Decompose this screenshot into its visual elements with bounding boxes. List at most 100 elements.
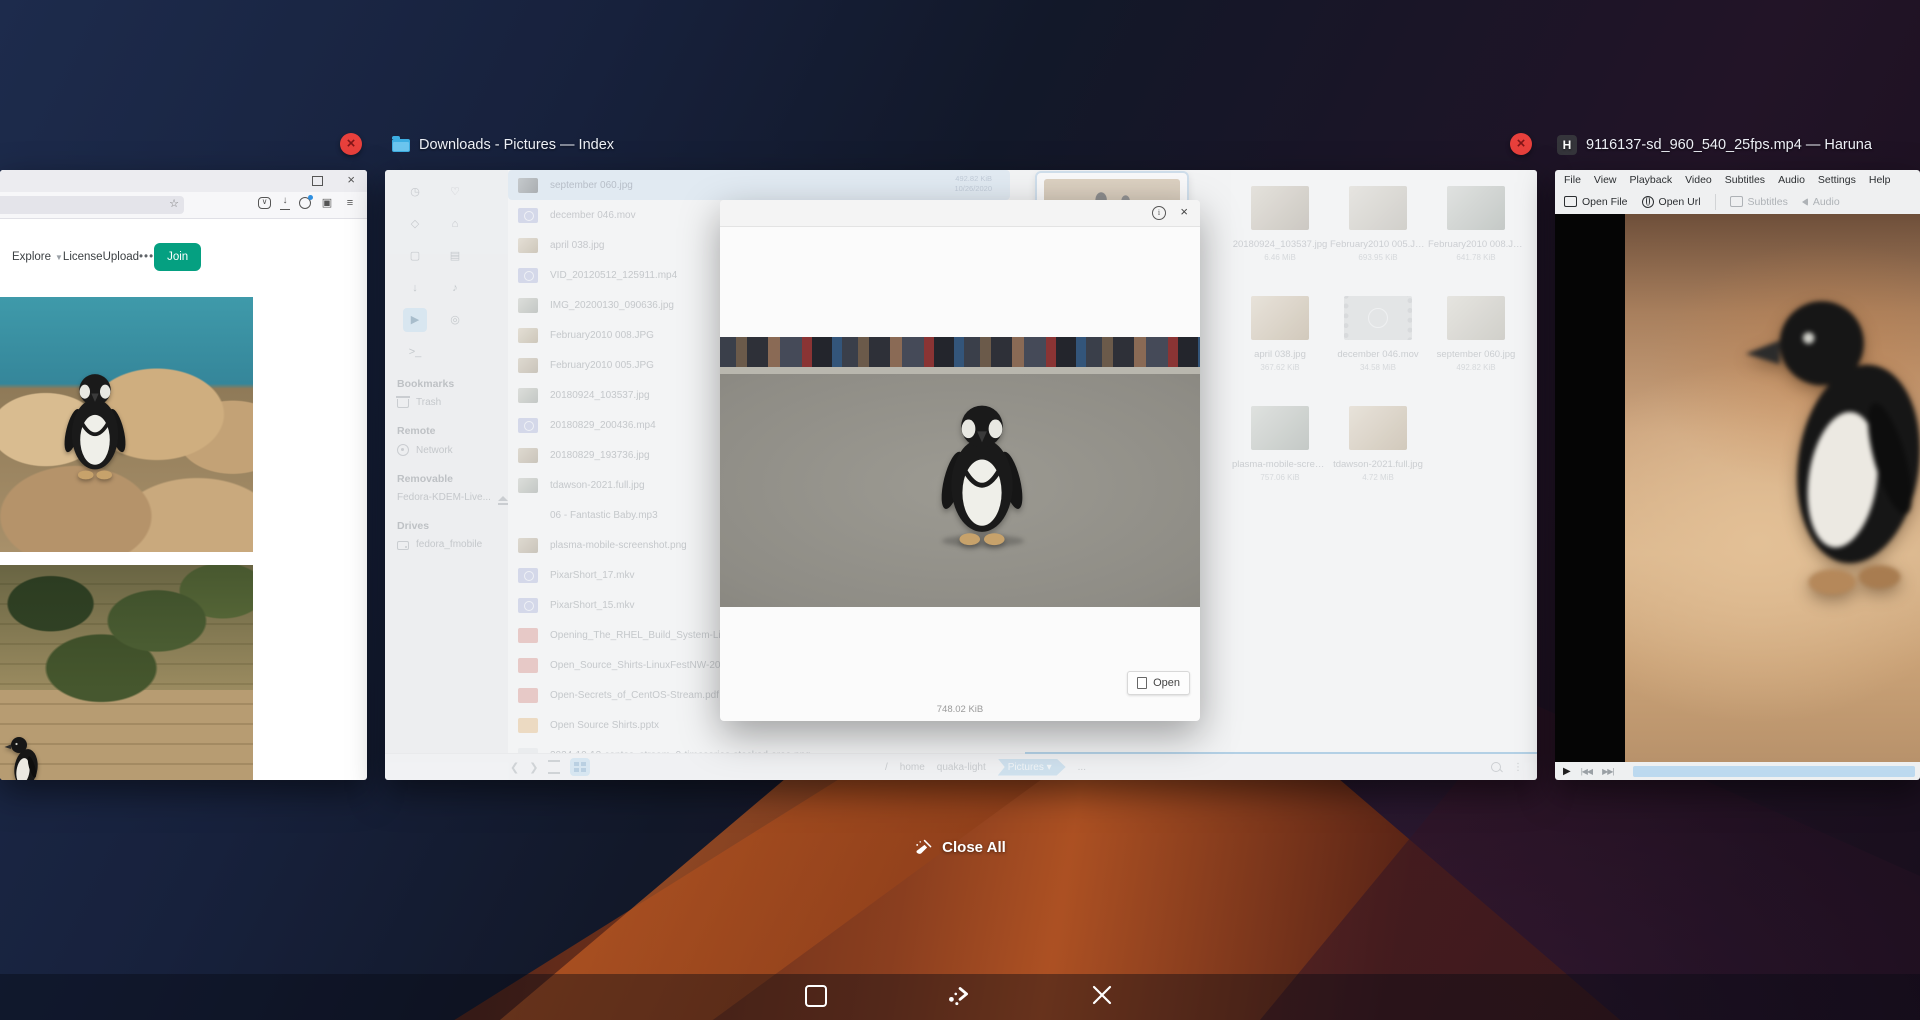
download-icon[interactable]: ↓ xyxy=(280,195,290,210)
grid-item-size: 757.06 KiB xyxy=(1260,473,1299,482)
folder-icon xyxy=(392,139,410,152)
haruna-window[interactable]: File View Playback Video Subtitles Audio Setti… xyxy=(1555,170,1920,780)
nav-upload[interactable]: Upload xyxy=(103,251,139,263)
video-file-icon xyxy=(518,568,538,583)
sidebar-item-fedora-fmobile[interactable]: fedora_fmobile xyxy=(385,536,508,553)
open-button[interactable]: Open xyxy=(1127,671,1190,695)
file-row[interactable]: 2024-10-13-centos_stream_9-timeseries-st… xyxy=(508,740,1010,754)
close-all-button[interactable]: Close All xyxy=(914,838,1006,857)
url-bar[interactable]: ☆ xyxy=(0,196,184,214)
pdf-file-icon xyxy=(518,688,538,703)
menu-icon[interactable]: ≡ xyxy=(343,196,357,210)
video-file-icon xyxy=(518,268,538,283)
close-window-badge-browser[interactable]: × xyxy=(340,133,362,155)
recent-icon[interactable]: ◷ xyxy=(403,180,427,204)
browser-titlebar: × xyxy=(0,170,367,192)
grid-item[interactable]: February2010 008.JPG641.78 KiB xyxy=(1427,180,1525,280)
favorites-icon[interactable]: ♡ xyxy=(443,180,467,204)
open-url-button[interactable]: Open Url xyxy=(1642,196,1701,208)
previous-button[interactable]: |◀◀ xyxy=(1581,767,1592,776)
sidebar-item-fedora-kdem-live-[interactable]: Fedora-KDEM-Live... xyxy=(385,489,508,506)
windows-overview-icon[interactable] xyxy=(805,985,827,1007)
pocket-icon[interactable]: ∨ xyxy=(258,197,271,209)
grid-item[interactable]: 20180924_103537.jpg6.46 MiB xyxy=(1231,180,1329,280)
menu-playback[interactable]: Playback xyxy=(1630,174,1673,186)
disks-icon[interactable]: ◎ xyxy=(443,308,467,332)
menu-video[interactable]: Video xyxy=(1685,174,1712,186)
ppt-file-icon xyxy=(518,718,538,733)
next-button[interactable]: ▶▶| xyxy=(1602,767,1613,776)
menu-subtitles[interactable]: Subtitles xyxy=(1725,174,1765,186)
penguin-photo-wall[interactable] xyxy=(0,565,253,780)
crumb-current[interactable]: Pictures ▾ xyxy=(998,759,1066,776)
info-icon[interactable]: i xyxy=(1152,206,1166,220)
trash-icon xyxy=(397,399,409,408)
videos-icon[interactable]: ▶ xyxy=(403,308,427,332)
back-button[interactable]: ❮ xyxy=(510,761,519,774)
seek-bar[interactable] xyxy=(1633,766,1915,777)
grid-item[interactable]: april 038.jpg367.62 KiB xyxy=(1231,290,1329,390)
downloads-icon[interactable]: ↓ xyxy=(403,276,427,300)
close-overview-icon[interactable] xyxy=(1090,983,1114,1007)
documents-icon[interactable]: ▤ xyxy=(443,244,467,268)
crumb-user[interactable]: quaka-light xyxy=(937,762,986,773)
overflow-menu-icon[interactable]: ⋮ xyxy=(1513,762,1523,773)
bookmark-star-icon[interactable]: ☆ xyxy=(169,197,179,210)
forward-button[interactable]: ❯ xyxy=(529,761,538,774)
join-button[interactable]: Join xyxy=(154,243,201,271)
file-name: February2010 005.JPG xyxy=(550,360,654,371)
search-icon[interactable] xyxy=(1491,762,1501,772)
music-icon[interactable]: ♪ xyxy=(443,276,467,300)
image-file-icon xyxy=(518,238,538,253)
menu-file[interactable]: File xyxy=(1564,174,1581,186)
pdf-file-icon xyxy=(518,628,538,643)
crumb-home[interactable]: home xyxy=(900,762,925,773)
move-window-icon[interactable] xyxy=(946,982,972,1008)
nav-more[interactable]: ••• xyxy=(139,251,154,263)
grid-item[interactable]: tdawson-2021.full.jpg4.72 MiB xyxy=(1329,400,1427,500)
restore-icon[interactable] xyxy=(312,176,323,186)
extensions-icon[interactable]: ▣ xyxy=(320,196,334,210)
file-name: 20180829_193736.jpg xyxy=(550,450,650,461)
grid-item[interactable]: september 060.jpg492.82 KiB xyxy=(1427,290,1525,390)
files-title-text: Downloads - Pictures — Index xyxy=(419,137,614,153)
account-icon[interactable] xyxy=(299,197,311,209)
nav-license[interactable]: License xyxy=(63,251,103,263)
play-button[interactable]: ▶ xyxy=(1563,766,1571,777)
crumb-more[interactable]: ... xyxy=(1078,762,1086,773)
image-file-icon xyxy=(518,538,538,553)
image-thumbnail xyxy=(1251,296,1309,340)
grid-item-name: september 060.jpg xyxy=(1437,349,1516,360)
tags-icon[interactable]: ◇ xyxy=(403,212,427,236)
grid-item[interactable]: december 046.mov34.58 MiB xyxy=(1329,290,1427,390)
open-file-button[interactable]: Open File xyxy=(1564,196,1628,208)
overview-navigation-bar xyxy=(0,974,1920,1020)
browser-toolbar: ☆ ∨ ↓ ▣ ≡ xyxy=(0,192,367,219)
menu-settings[interactable]: Settings xyxy=(1818,174,1856,186)
browser-window[interactable]: × ☆ ∨ ↓ ▣ ≡ Explore▼ License Upload ••• … xyxy=(0,170,367,780)
nav-explore[interactable]: Explore▼ xyxy=(12,251,63,263)
menu-audio[interactable]: Audio xyxy=(1778,174,1805,186)
terminal-icon[interactable]: >_ xyxy=(403,340,427,364)
close-icon[interactable]: × xyxy=(347,172,355,187)
grid-view-icon[interactable] xyxy=(570,758,590,776)
penguin-photo-rocks[interactable] xyxy=(0,297,253,552)
sidebar-section-header: Bookmarks xyxy=(385,364,508,394)
file-manager-window[interactable]: ◷♡◇⌂▢▤↓♪▶◎>_ BookmarksTrashRemoteNetwork… xyxy=(385,170,1537,780)
sidebar-item-trash[interactable]: Trash xyxy=(385,394,508,411)
grid-item[interactable]: February2010 005.JPG693.95 KiB xyxy=(1329,180,1427,280)
file-row[interactable]: september 060.jpg492.82 KiB10/26/2020 xyxy=(508,170,1010,200)
image-file-icon xyxy=(518,328,538,343)
crumb-root[interactable]: / xyxy=(885,762,888,773)
sidebar-item-network[interactable]: Network xyxy=(385,441,508,459)
list-view-icon[interactable] xyxy=(548,760,560,774)
menu-help[interactable]: Help xyxy=(1869,174,1891,186)
pictures-icon[interactable]: ▢ xyxy=(403,244,427,268)
home-icon[interactable]: ⌂ xyxy=(443,212,467,236)
video-area[interactable] xyxy=(1555,214,1920,762)
grid-item[interactable]: plasma-mobile-screen...757.06 KiB xyxy=(1231,400,1329,500)
grid-item-size: 367.62 KiB xyxy=(1260,363,1299,372)
close-icon[interactable]: × xyxy=(1180,204,1188,219)
close-window-badge-files[interactable]: × xyxy=(1510,133,1532,155)
menu-view[interactable]: View xyxy=(1594,174,1617,186)
